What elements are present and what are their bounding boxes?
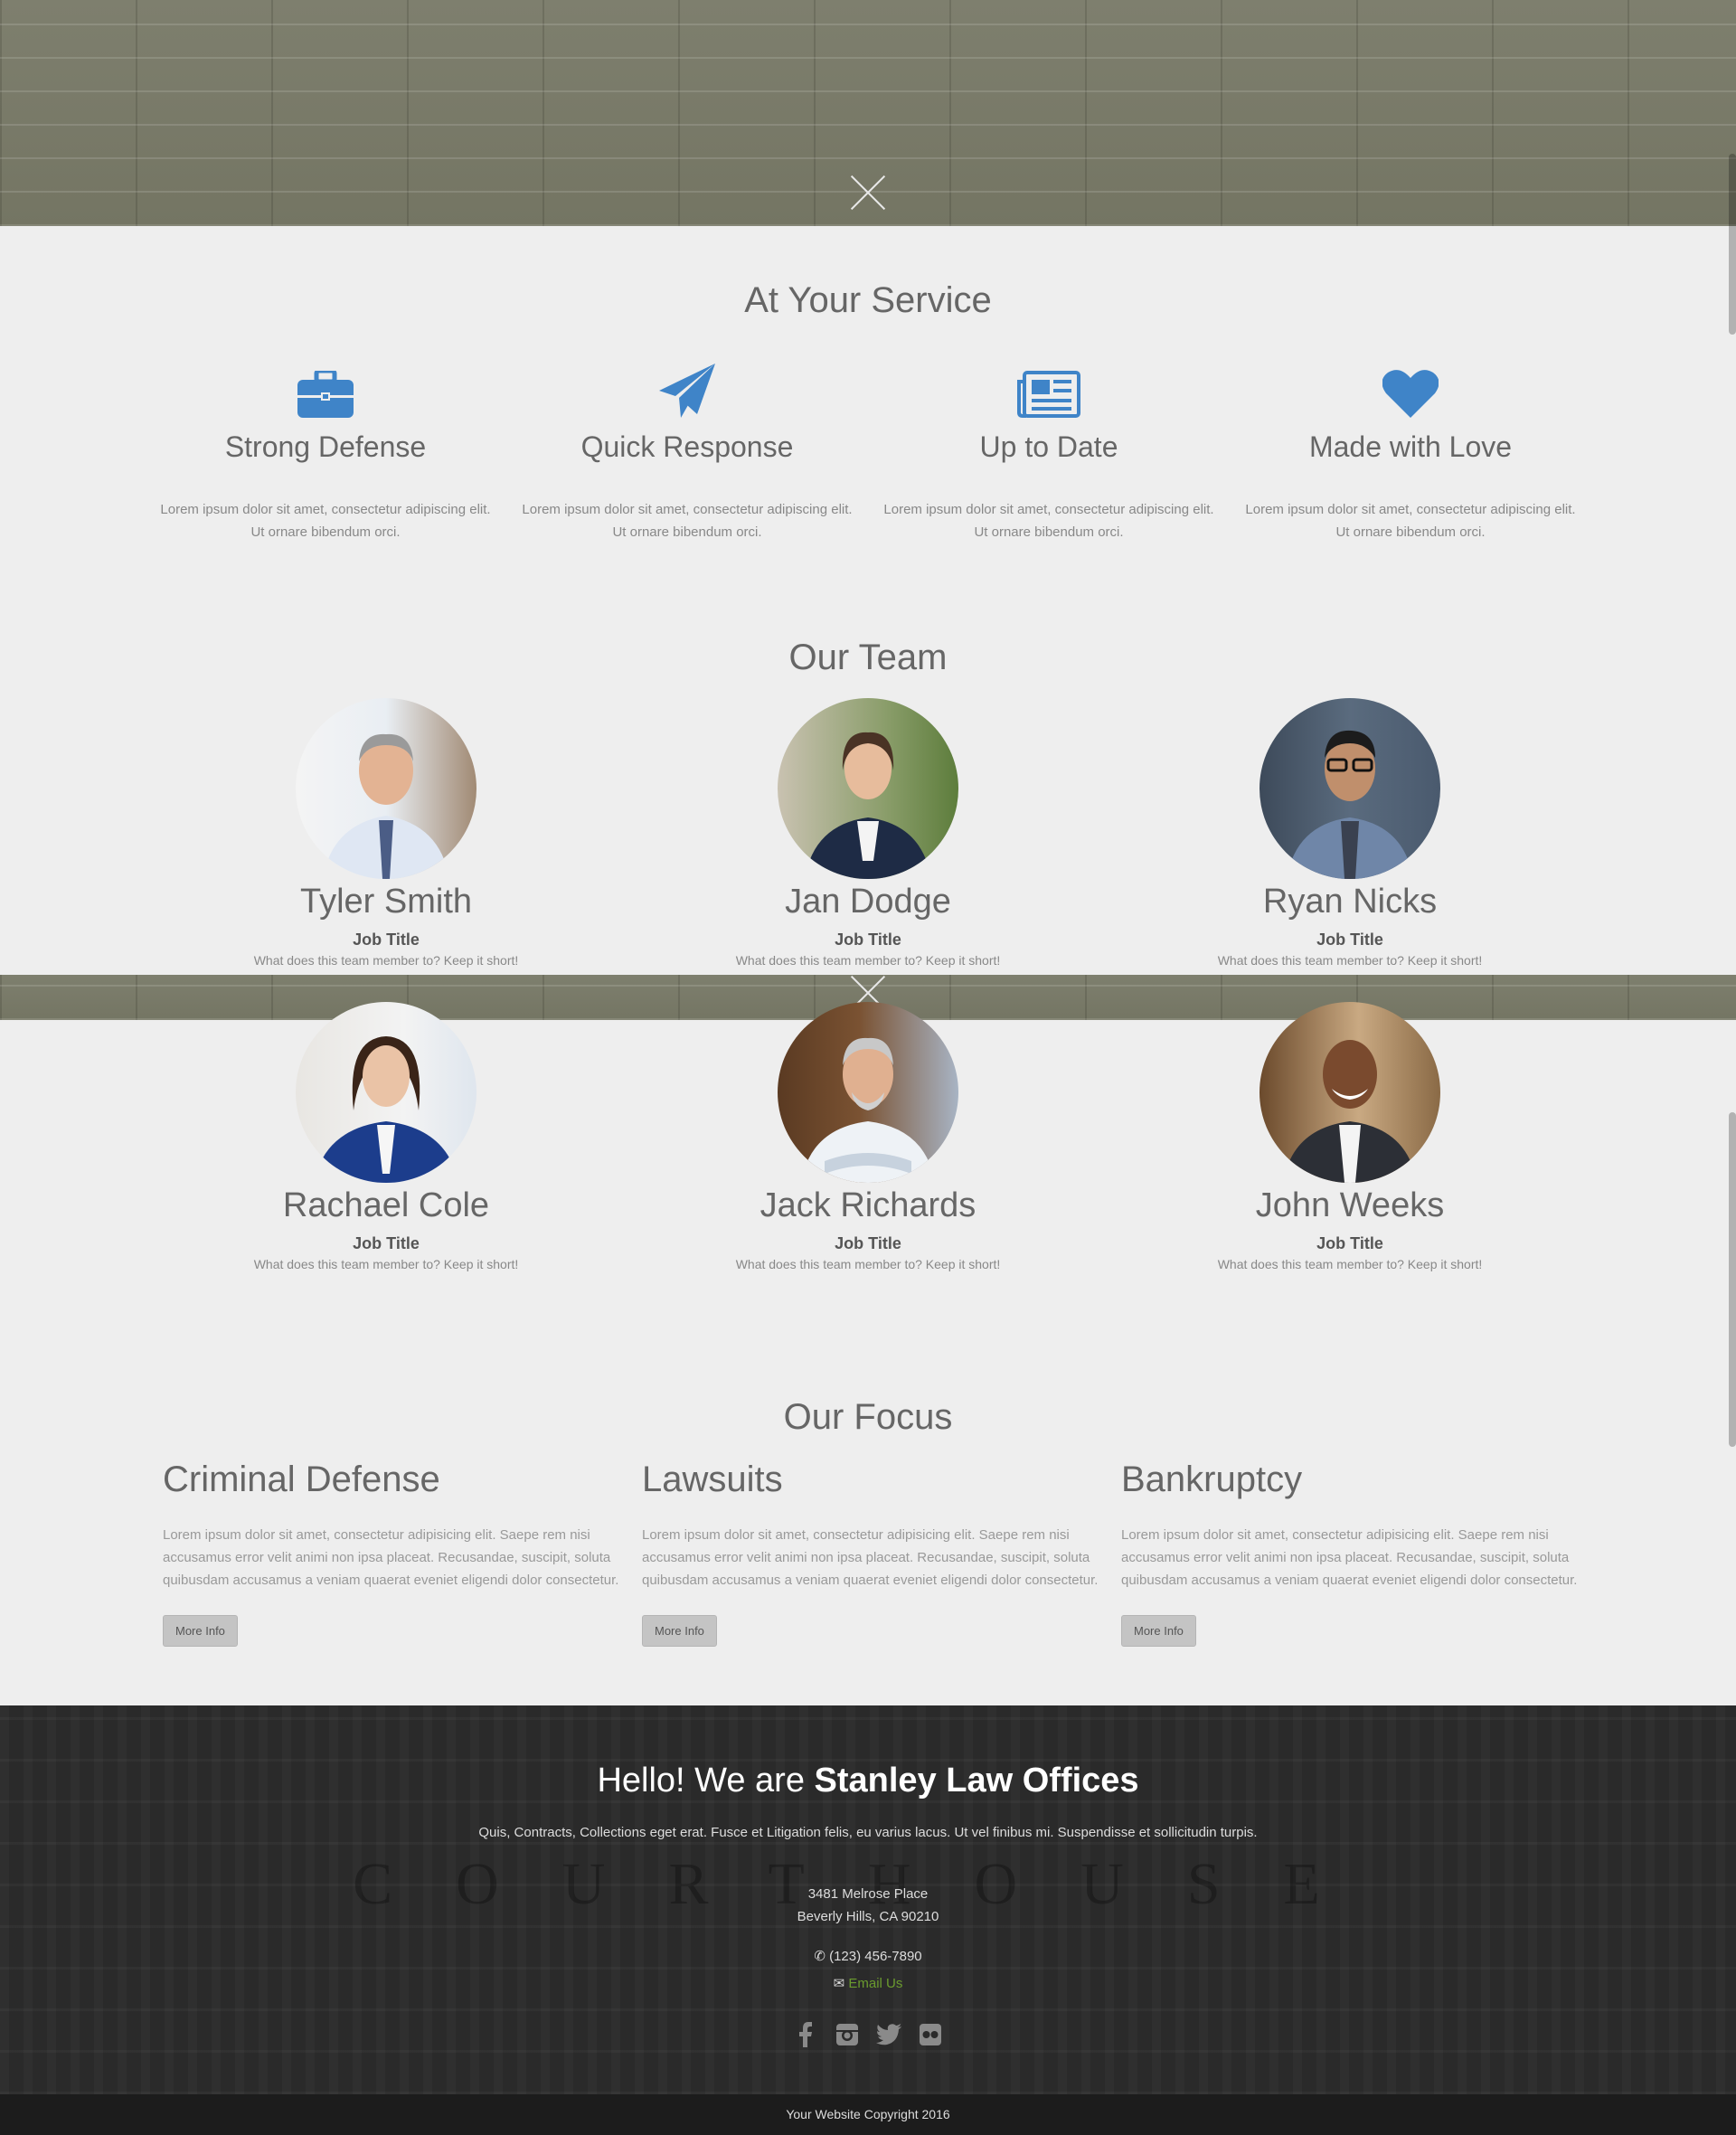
focus-title: Criminal Defense	[163, 1460, 440, 1499]
footer: COURTHOUSE Hello! We are Stanley Law Off…	[0, 1705, 1736, 2094]
member-job-title: Job Title	[1316, 931, 1383, 949]
facebook-icon[interactable]	[793, 2022, 818, 2047]
member-name: Tyler Smith	[299, 883, 473, 921]
avatar	[296, 698, 476, 879]
member-name: Jack Richards	[760, 1186, 976, 1224]
footer-phone: ✆ (123) 456-7890	[0, 1948, 1736, 1964]
phone-icon: ✆	[814, 1949, 826, 1964]
member-name: Rachael Cole	[282, 1186, 490, 1224]
service-text: Lorem ipsum dolor sit amet, consectetur …	[160, 502, 491, 540]
member-description: What does this team member to? Keep it s…	[1217, 1257, 1483, 1271]
service-item: Quick Response Lorem ipsum dolor sit ame…	[515, 360, 859, 543]
member-name: Ryan Nicks	[1262, 883, 1438, 921]
member-description: What does this team member to? Keep it s…	[253, 1257, 519, 1271]
address-line-1: 3481 Melrose Place	[807, 1886, 929, 1902]
footer-address: 3481 Melrose Place Beverly Hills, CA 902…	[0, 1883, 1736, 1928]
team-member: John Weeks Job Title What does this team…	[1187, 1002, 1513, 1271]
member-name: Jan Dodge	[785, 883, 951, 921]
footer-email: ✉ Email Us	[0, 1975, 1736, 1991]
footer-tagline: Quis, Contracts, Collections eget erat. …	[478, 1825, 1258, 1840]
paper-plane-icon	[515, 360, 859, 418]
footer-heading-name: Stanley Law Offices	[814, 1762, 1139, 1800]
member-job-title: Job Title	[835, 931, 901, 949]
avatar	[778, 1002, 958, 1183]
team-member: Rachael Cole Job Title What does this te…	[223, 1002, 549, 1271]
copyright-bar: Your Website Copyright 2016	[0, 2094, 1736, 2135]
member-job-title: Job Title	[835, 1234, 901, 1252]
service-section-title: At Your Service	[744, 280, 992, 320]
focus-item: Lawsuits Lorem ipsum dolor sit amet, con…	[642, 1460, 1103, 1647]
service-title: Strong Defense	[224, 430, 427, 463]
twitter-icon[interactable]	[876, 2022, 901, 2047]
more-info-button[interactable]: More Info	[642, 1615, 717, 1647]
more-info-button[interactable]: More Info	[163, 1615, 238, 1647]
focus-title: Lawsuits	[642, 1460, 783, 1499]
member-job-title: Job Title	[353, 931, 420, 949]
member-job-title: Job Title	[353, 1234, 420, 1252]
close-icon[interactable]	[850, 175, 886, 211]
more-info-button[interactable]: More Info	[1121, 1615, 1196, 1647]
social-links	[0, 2022, 1736, 2047]
avatar	[1260, 698, 1440, 879]
avatar	[296, 1002, 476, 1183]
focus-text: Lorem ipsum dolor sit amet, consectetur …	[1121, 1527, 1578, 1588]
footer-heading: Hello! We are Stanley Law Offices	[0, 1762, 1736, 1800]
team-member: Tyler Smith Job Title What does this tea…	[223, 698, 549, 968]
focus-item: Criminal Defense Lorem ipsum dolor sit a…	[163, 1460, 624, 1647]
team-member: Jan Dodge Job Title What does this team …	[705, 698, 1031, 968]
email-link[interactable]: Email Us	[848, 1976, 902, 1991]
member-description: What does this team member to? Keep it s…	[735, 1257, 1001, 1271]
team-section-title: Our Team	[788, 638, 948, 677]
focus-title: Bankruptcy	[1121, 1460, 1303, 1499]
heart-icon	[1239, 360, 1582, 418]
service-text: Lorem ipsum dolor sit amet, consectetur …	[522, 502, 853, 540]
service-text: Lorem ipsum dolor sit amet, consectetur …	[883, 502, 1214, 540]
service-item: Made with Love Lorem ipsum dolor sit ame…	[1239, 360, 1582, 543]
briefcase-icon	[154, 360, 497, 418]
footer-heading-prefix: Hello! We are	[597, 1762, 805, 1800]
instagram-icon[interactable]	[835, 2022, 860, 2047]
service-item: Up to Date Lorem ipsum dolor sit amet, c…	[877, 360, 1221, 543]
address-line-2: Beverly Hills, CA 90210	[797, 1909, 939, 1924]
focus-text: Lorem ipsum dolor sit amet, consectetur …	[642, 1527, 1099, 1588]
focus-text: Lorem ipsum dolor sit amet, consectetur …	[163, 1527, 619, 1588]
member-job-title: Job Title	[1316, 1234, 1383, 1252]
service-title: Up to Date	[979, 430, 1118, 463]
member-description: What does this team member to? Keep it s…	[735, 953, 1001, 968]
member-description: What does this team member to? Keep it s…	[253, 953, 519, 968]
phone-number: (123) 456-7890	[829, 1949, 922, 1964]
focus-section-title: Our Focus	[783, 1397, 953, 1437]
focus-item: Bankruptcy Lorem ipsum dolor sit amet, c…	[1121, 1460, 1582, 1647]
service-item: Strong Defense Lorem ipsum dolor sit ame…	[154, 360, 497, 543]
service-title: Made with Love	[1308, 430, 1513, 463]
service-title: Quick Response	[580, 430, 794, 463]
avatar	[778, 698, 958, 879]
member-name: John Weeks	[1255, 1186, 1445, 1224]
envelope-icon: ✉	[833, 1976, 845, 1991]
team-member: Ryan Nicks Job Title What does this team…	[1187, 698, 1513, 968]
avatar	[1260, 1002, 1440, 1183]
flickr-icon[interactable]	[918, 2022, 943, 2047]
team-member: Jack Richards Job Title What does this t…	[705, 1002, 1031, 1271]
service-text: Lorem ipsum dolor sit amet, consectetur …	[1245, 502, 1576, 540]
newspaper-icon	[877, 360, 1221, 418]
member-description: What does this team member to? Keep it s…	[1217, 953, 1483, 968]
top-banner	[0, 0, 1736, 226]
